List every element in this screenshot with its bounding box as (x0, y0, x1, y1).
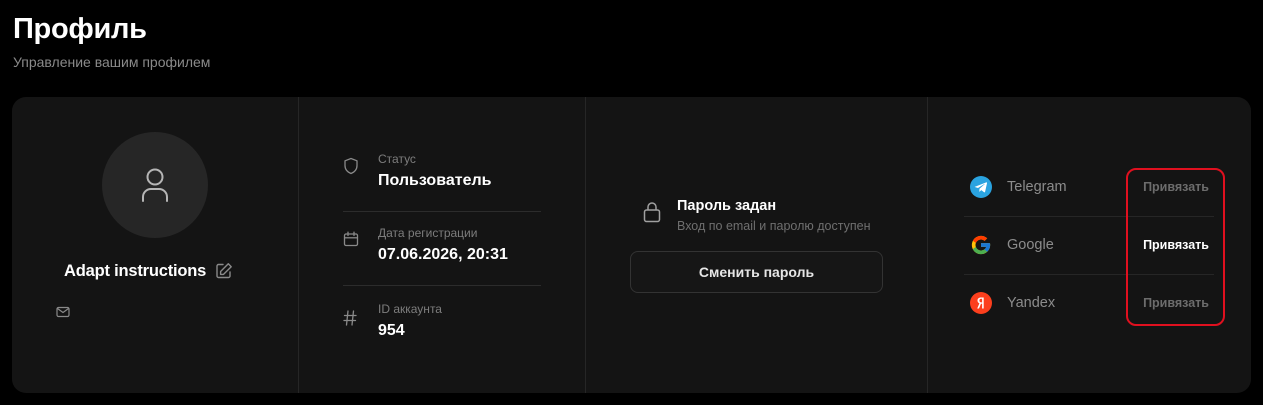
change-password-button[interactable]: Сменить пароль (630, 251, 883, 293)
status-value: Пользователь (378, 172, 492, 189)
link-row-yandex: Yandex Привязать (964, 274, 1214, 332)
registration-date-item: Дата регистрации 07.06.2026, 20:31 (343, 225, 541, 286)
link-row-telegram: Telegram Привязать (964, 158, 1214, 217)
yandex-icon (970, 292, 992, 314)
calendar-icon (343, 231, 359, 252)
telegram-icon (970, 176, 992, 198)
username: Adapt instructions (64, 261, 207, 280)
account-id-value: 954 (378, 322, 405, 339)
password-status-title: Пароль задан (677, 198, 777, 214)
profile-card: Adapt instructions Статус Пользователь Д… (12, 97, 1251, 393)
link-google-button[interactable]: Привязать (1143, 236, 1209, 254)
password-section: Пароль задан Вход по email и паролю дост… (586, 97, 928, 393)
user-icon (142, 168, 168, 202)
edit-icon[interactable] (215, 262, 233, 280)
account-id-label: ID аккаунта (378, 302, 442, 316)
lock-icon (643, 201, 661, 228)
profile-section: Adapt instructions (12, 97, 299, 393)
link-yandex-button[interactable]: Привязать (1143, 294, 1209, 312)
username-row: Adapt instructions (64, 260, 233, 282)
linked-accounts-section: Telegram Привязать Google Привязать Yand… (928, 97, 1251, 393)
registration-date-value: 07.06.2026, 20:31 (378, 246, 508, 263)
google-icon (970, 234, 992, 256)
shield-icon (343, 157, 359, 180)
page-title: Профиль (13, 13, 147, 45)
avatar (102, 132, 208, 238)
status-item: Статус Пользователь (343, 151, 541, 212)
link-telegram-button[interactable]: Привязать (1143, 178, 1209, 196)
status-label: Статус (378, 152, 416, 166)
account-id-item: ID аккаунта 954 (343, 301, 541, 361)
registration-date-label: Дата регистрации (378, 226, 478, 240)
password-status-description: Вход по email и паролю доступен (677, 219, 871, 233)
yandex-label: Yandex (1007, 295, 1056, 311)
mail-icon (56, 305, 70, 323)
link-row-google: Google Привязать (964, 216, 1214, 275)
google-label: Google (1007, 237, 1054, 253)
telegram-label: Telegram (1007, 179, 1067, 195)
hash-icon (343, 310, 357, 331)
account-info-section: Статус Пользователь Дата регистрации 07.… (299, 97, 586, 393)
page-subtitle: Управление вашим профилем (13, 54, 211, 70)
